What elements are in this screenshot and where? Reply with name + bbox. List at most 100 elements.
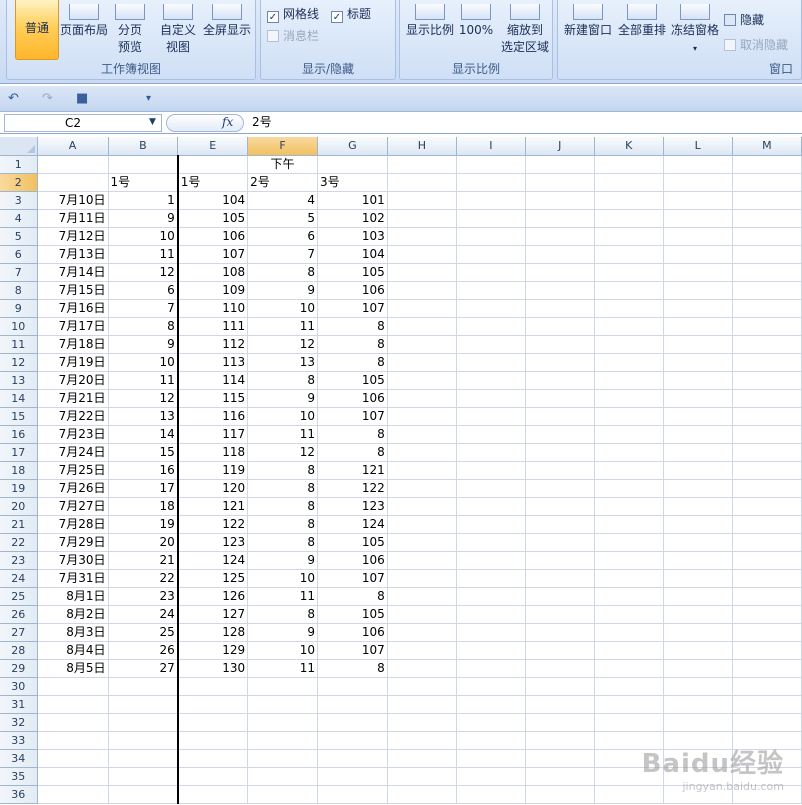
cell-a15[interactable]: 7月22日 [37, 407, 109, 426]
cell-a8[interactable]: 7月15日 [37, 281, 109, 300]
cell-b6[interactable]: 11 [108, 245, 179, 264]
cell-b36[interactable] [108, 785, 179, 804]
cell-b32[interactable] [108, 713, 179, 732]
cell-j10[interactable] [525, 317, 595, 336]
cell-k14[interactable] [594, 389, 664, 408]
cell-g21[interactable]: 124 [317, 515, 388, 534]
cell-b21[interactable]: 19 [108, 515, 179, 534]
cell-j28[interactable] [525, 641, 595, 660]
cell-b15[interactable]: 13 [108, 407, 179, 426]
cell-m17[interactable] [732, 443, 802, 462]
cell-b9[interactable]: 7 [108, 299, 179, 318]
name-box[interactable]: C2 [4, 114, 162, 132]
cell-h2[interactable] [387, 173, 457, 192]
cell-h28[interactable] [387, 641, 457, 660]
cell-b2[interactable]: 1号 [108, 173, 179, 192]
cell-b28[interactable]: 26 [108, 641, 179, 660]
cell-l5[interactable] [663, 227, 733, 246]
cell-j25[interactable] [525, 587, 595, 606]
cell-a5[interactable]: 7月12日 [37, 227, 109, 246]
cell-a7[interactable]: 7月14日 [37, 263, 109, 282]
cell-e33[interactable] [177, 731, 249, 750]
cell-h5[interactable] [387, 227, 457, 246]
cell-f18[interactable]: 8 [247, 461, 318, 480]
cell-i34[interactable] [456, 749, 526, 768]
cell-m1[interactable] [732, 155, 802, 174]
cell-l25[interactable] [663, 587, 733, 606]
cell-i2[interactable] [456, 173, 526, 192]
page-layout-button[interactable]: 页面布局 [57, 0, 111, 39]
cell-l19[interactable] [663, 479, 733, 498]
column-header-a[interactable]: A [37, 137, 109, 156]
formula-input[interactable]: 2号 [248, 114, 798, 132]
cell-a23[interactable]: 7月30日 [37, 551, 109, 570]
cell-e8[interactable]: 109 [177, 281, 249, 300]
cell-j8[interactable] [525, 281, 595, 300]
cell-f36[interactable] [247, 785, 318, 804]
select-all-corner[interactable] [0, 137, 38, 156]
row-header[interactable]: 19 [0, 479, 38, 498]
cell-k29[interactable] [594, 659, 664, 678]
new-window-button[interactable]: 新建窗口 [562, 0, 614, 39]
cell-k21[interactable] [594, 515, 664, 534]
cell-a36[interactable] [37, 785, 109, 804]
cell-i12[interactable] [456, 353, 526, 372]
row-header[interactable]: 8 [0, 281, 38, 300]
row-header[interactable]: 24 [0, 569, 38, 588]
cell-j21[interactable] [525, 515, 595, 534]
cell-f32[interactable] [247, 713, 318, 732]
row-header[interactable]: 12 [0, 353, 38, 372]
cell-h3[interactable] [387, 191, 457, 210]
cell-g5[interactable]: 103 [317, 227, 388, 246]
cell-f29[interactable]: 11 [247, 659, 318, 678]
cell-l2[interactable] [663, 173, 733, 192]
cell-i31[interactable] [456, 695, 526, 714]
cell-j26[interactable] [525, 605, 595, 624]
cell-e21[interactable]: 122 [177, 515, 249, 534]
cell-j4[interactable] [525, 209, 595, 228]
cell-f9[interactable]: 10 [247, 299, 318, 318]
cell-i24[interactable] [456, 569, 526, 588]
cell-a3[interactable]: 7月10日 [37, 191, 109, 210]
cell-k1[interactable] [594, 155, 664, 174]
cell-e32[interactable] [177, 713, 249, 732]
cell-i1[interactable] [456, 155, 526, 174]
cell-g32[interactable] [317, 713, 388, 732]
cell-m20[interactable] [732, 497, 802, 516]
cell-j22[interactable] [525, 533, 595, 552]
cell-g26[interactable]: 105 [317, 605, 388, 624]
row-header[interactable]: 11 [0, 335, 38, 354]
cell-l3[interactable] [663, 191, 733, 210]
cell-j12[interactable] [525, 353, 595, 372]
cell-b8[interactable]: 6 [108, 281, 179, 300]
cell-i4[interactable] [456, 209, 526, 228]
cell-i14[interactable] [456, 389, 526, 408]
column-header-i[interactable]: I [456, 137, 526, 156]
cell-g31[interactable] [317, 695, 388, 714]
cell-e13[interactable]: 114 [177, 371, 249, 390]
save-icon[interactable]: ■ [76, 91, 88, 107]
cell-m15[interactable] [732, 407, 802, 426]
cell-m11[interactable] [732, 335, 802, 354]
row-header[interactable]: 14 [0, 389, 38, 408]
cell-g33[interactable] [317, 731, 388, 750]
cell-i3[interactable] [456, 191, 526, 210]
cell-h35[interactable] [387, 767, 457, 786]
cell-m6[interactable] [732, 245, 802, 264]
cell-e12[interactable]: 113 [177, 353, 249, 372]
row-header[interactable]: 20 [0, 497, 38, 516]
row-header[interactable]: 30 [0, 677, 38, 696]
cell-j17[interactable] [525, 443, 595, 462]
row-header[interactable]: 33 [0, 731, 38, 750]
cell-g23[interactable]: 106 [317, 551, 388, 570]
cell-m25[interactable] [732, 587, 802, 606]
cell-m27[interactable] [732, 623, 802, 642]
cell-g8[interactable]: 106 [317, 281, 388, 300]
row-header[interactable]: 10 [0, 317, 38, 336]
cell-m30[interactable] [732, 677, 802, 696]
cell-b34[interactable] [108, 749, 179, 768]
cell-b16[interactable]: 14 [108, 425, 179, 444]
row-header[interactable]: 27 [0, 623, 38, 642]
column-header-m[interactable]: M [732, 137, 802, 156]
cell-h12[interactable] [387, 353, 457, 372]
